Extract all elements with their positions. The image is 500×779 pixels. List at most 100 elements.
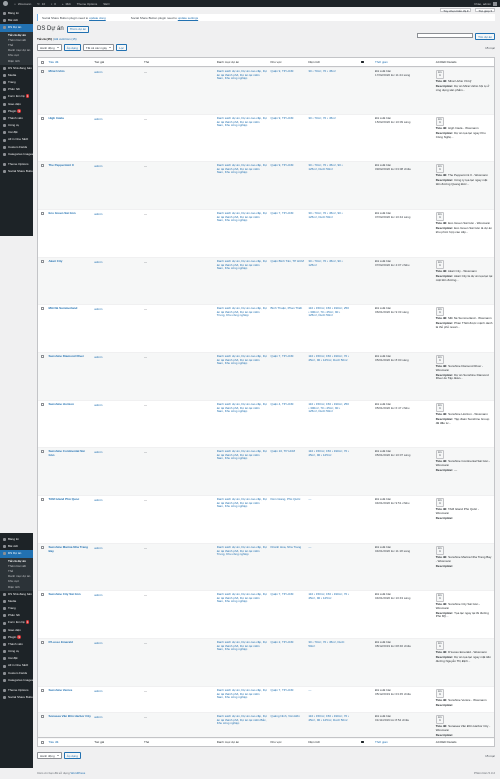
row-title-link[interactable]: Sunshine City Sài Gòn <box>47 593 93 638</box>
row-author-link[interactable]: admin <box>93 689 143 712</box>
acf-toggle-button[interactable]: Ẩn ít <box>435 117 444 126</box>
row-checkbox[interactable] <box>40 450 44 453</box>
sidebar-item-social-share[interactable]: Social Share Button <box>0 694 35 701</box>
row-size[interactable]: 30 • 70m², 70 • 45m² <box>307 117 352 161</box>
sidebar-item-comments[interactable]: Phản hồi <box>0 86 33 93</box>
sidebar-item-social-share[interactable]: Social Share Button <box>0 168 35 175</box>
sidebar-item-contact-form[interactable]: Form liên hệ 1 <box>0 620 33 627</box>
sidebar-item-posts[interactable]: Bài viết <box>0 17 33 24</box>
row-categories[interactable]: Danh sách dự án, Dự án cao cấp, Dự án tạ… <box>215 403 269 447</box>
notice-update-link[interactable]: update dong <box>89 16 106 20</box>
row-area[interactable]: Quận 4, TP HCM <box>269 403 307 447</box>
acf-toggle-button[interactable]: Ẩn ít <box>435 593 444 602</box>
sidebar-item-appearance[interactable]: Giao diện <box>0 101 33 108</box>
row-area[interactable]: Khánh Hòa, Nha Trang <box>269 546 307 590</box>
wordpress-link[interactable]: WordPress <box>71 771 86 775</box>
column-title-footer[interactable]: Tiêu đề <box>47 740 93 744</box>
acf-toggle-button[interactable]: Ẩn ít <box>435 403 444 412</box>
row-area[interactable]: Quận 2, TP HCM <box>269 641 307 686</box>
row-size[interactable]: 30 • 70m², 70 • 45m², 90 • 125m², Dưới 5… <box>307 164 352 209</box>
row-checkbox[interactable] <box>40 70 44 73</box>
filter-published[interactable]: Đã xuất bản (15) <box>54 37 76 41</box>
row-categories[interactable]: Danh sách dự án, Dự án cao cấp, Dự án tạ… <box>215 450 269 495</box>
sidebar-item-custom-fields[interactable]: Custom Fields <box>0 670 33 677</box>
sidebar-item-seo[interactable]: All in One SEO <box>0 663 33 670</box>
acf-toggle-button[interactable]: Ẩn ít <box>435 70 444 79</box>
row-size[interactable]: 30 • 70m², 70 • 45m², Dưới 50m² <box>307 641 352 686</box>
row-area[interactable]: Quận 7, TP HCM <box>269 355 307 400</box>
bulk-action-select-bottom[interactable]: Hành động <box>37 752 62 759</box>
row-author-link[interactable]: admin <box>93 260 143 304</box>
sidebar-item-homes[interactable]: DS Nhà đang bán <box>0 65 33 72</box>
sidebar-item-theme-options[interactable]: Theme Options <box>0 687 33 694</box>
sidebar-item-media[interactable]: Media <box>0 598 33 605</box>
row-checkbox[interactable] <box>40 715 44 718</box>
row-checkbox[interactable] <box>40 546 44 549</box>
comments-column-icon[interactable] <box>361 740 365 744</box>
acf-toggle-button[interactable]: Ẩn ít <box>435 164 444 173</box>
site-name-link[interactable]: ⌂ Wosmann <box>14 2 31 6</box>
column-date-footer[interactable]: Thời gian <box>374 740 435 744</box>
row-checkbox[interactable] <box>40 593 44 596</box>
row-author-link[interactable]: admin <box>93 641 143 686</box>
row-size[interactable]: 110 • 150m², 150 • 190m², 70 • 45m², 90 … <box>307 715 352 739</box>
row-title-link[interactable]: The Peppermint II <box>47 164 93 209</box>
row-author-link[interactable]: admin <box>93 70 143 114</box>
row-title-link[interactable]: Sunshine Horizon <box>47 403 93 447</box>
row-author-link[interactable]: admin <box>93 117 143 161</box>
row-author-link[interactable]: admin <box>93 715 143 739</box>
sidebar-item-dashboard[interactable]: Bảng tin <box>0 536 33 543</box>
row-area[interactable]: Quận 7, TP HCM <box>269 212 307 257</box>
sidebar-item-pages[interactable]: Trang <box>0 79 33 86</box>
sidebar-item-contact-form[interactable]: Form liên hệ 1 <box>0 94 33 101</box>
acf-toggle-button[interactable]: Ẩn ít <box>435 307 444 316</box>
row-author-link[interactable]: admin <box>93 307 143 352</box>
row-categories[interactable]: Danh sách dự án, Dự án cao cấp, Dự án tạ… <box>215 689 269 712</box>
row-area[interactable]: Quận 9, TP HCM <box>269 117 307 161</box>
select-all-checkbox[interactable] <box>40 60 44 64</box>
sidebar-item-pages[interactable]: Trang <box>0 605 33 612</box>
row-area[interactable]: Quận 9, TP HCM <box>269 164 307 209</box>
row-title-link[interactable]: High Intela <box>47 117 93 161</box>
search-button[interactable]: Tìm dự án <box>475 33 495 40</box>
row-size[interactable]: 110 • 150m², 150 • 190m², 250 • 300m², 7… <box>307 403 352 447</box>
sidebar-item-categories-images[interactable]: Categories Images <box>0 677 33 684</box>
sidebar-item-theme-options[interactable]: Theme Options <box>0 161 33 168</box>
notice-settings-link[interactable]: update settings <box>178 16 198 20</box>
row-area[interactable]: Quảng Ninh, Vân Đồn <box>269 715 307 739</box>
row-categories[interactable]: Danh sách dự án, Dự án cao cấp, Dự án tạ… <box>215 260 269 304</box>
acf-toggle-button[interactable]: Ẩn ít <box>435 689 444 698</box>
sidebar-item-settings[interactable]: Cài đặt <box>0 129 33 136</box>
row-categories[interactable]: Danh sách dự án, Dự án cao cấp, Dự án tạ… <box>215 715 269 739</box>
row-area[interactable]: Quận 7, TP HCM <box>269 689 307 712</box>
apply-button-bottom[interactable]: Áp dụng <box>63 752 81 759</box>
sidebar-item-comments[interactable]: Phản hồi <box>0 612 33 619</box>
row-checkbox[interactable] <box>40 355 44 358</box>
sidebar-item-plugins[interactable]: Plugin 9 <box>0 634 33 641</box>
sidebar-item-appearance[interactable]: Giao diện <box>0 627 33 634</box>
wordpress-logo-icon[interactable] <box>3 1 8 6</box>
acf-toggle-button[interactable]: Ẩn ít <box>435 355 444 364</box>
row-categories[interactable]: Danh sách dự án, Dự án cao cấp, Dự án tạ… <box>215 70 269 114</box>
row-area[interactable]: Bình Thuận, Phan Thiết <box>269 307 307 352</box>
row-title-link[interactable]: Eco Green Sài Gòn <box>47 212 93 257</box>
acf-toggle-button[interactable]: Ẩn ít <box>435 641 444 650</box>
row-author-link[interactable]: admin <box>93 164 143 209</box>
row-title-link[interactable]: Sunshine Continental Sài Gòn <box>47 450 93 495</box>
row-categories[interactable]: Danh sách dự án, Dự án cao cấp, Dự án tạ… <box>215 498 269 543</box>
date-filter-select[interactable]: Tất cả các ngày <box>82 44 115 51</box>
row-categories[interactable]: Danh sách dự án, Dự án cao cấp, Dự án tạ… <box>215 355 269 400</box>
select-all-checkbox-bottom[interactable] <box>40 740 44 744</box>
column-date[interactable]: Thời gian <box>374 60 435 64</box>
sidebar-item-settings[interactable]: Cài đặt <box>0 655 33 662</box>
row-title-link[interactable]: D'Lusso Emerald <box>47 641 93 686</box>
add-new-project-button[interactable]: Thêm dự án <box>66 25 90 33</box>
comments-link[interactable]: ▪ 0 <box>51 2 56 6</box>
row-checkbox[interactable] <box>40 498 44 501</box>
acf-toggle-button[interactable]: Ẩn ít <box>435 498 444 507</box>
row-categories[interactable]: Danh sách dự án, Dự án cao cấp, Dự án tạ… <box>215 546 269 590</box>
row-author-link[interactable]: admin <box>93 403 143 447</box>
row-checkbox[interactable] <box>40 689 44 692</box>
comments-column-icon[interactable] <box>361 60 365 64</box>
row-size[interactable]: — <box>307 689 352 712</box>
